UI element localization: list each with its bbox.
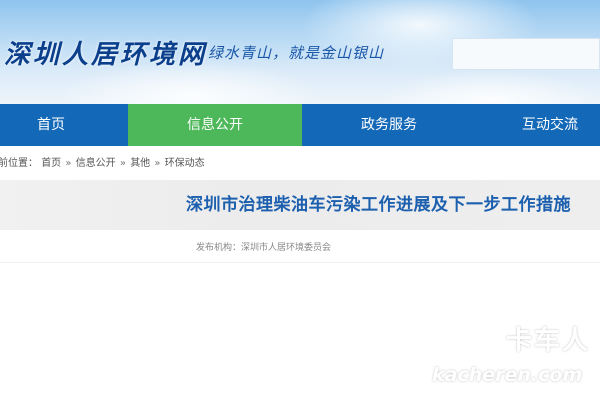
breadcrumb: 前位置： 首页 » 信息公开 » 其他 » 环保动态 — [0, 156, 600, 172]
breadcrumb-item-home[interactable]: 首页 — [41, 156, 61, 172]
header-banner: 深圳人居环境网 绿水青山，就是金山银山 — [0, 0, 600, 104]
watermark-en: kacheren.com — [432, 364, 583, 386]
main-nav: 首页 信息公开 政务服务 互动交流 — [0, 104, 600, 146]
breadcrumb-separator: » — [154, 158, 161, 169]
nav-item-info-disclosure[interactable]: 信息公开 — [128, 104, 302, 146]
truck-window-shape — [436, 314, 490, 338]
breadcrumb-item-info[interactable]: 信息公开 — [76, 156, 116, 172]
article-publisher: 发布机构：深圳市人居环境委员会 — [196, 243, 332, 253]
watermark-cn: 卡车人 — [506, 326, 591, 356]
divider — [0, 262, 600, 263]
nav-item-label: 信息公开 — [187, 117, 243, 133]
nav-item-interaction[interactable]: 互动交流 — [476, 104, 600, 146]
search-input[interactable] — [452, 38, 600, 70]
site-title[interactable]: 深圳人居环境网 — [4, 34, 207, 71]
breadcrumb-separator: » — [65, 158, 72, 169]
nav-item-label: 政务服务 — [361, 117, 417, 133]
nav-item-label: 首页 — [37, 117, 65, 133]
cloud-decoration — [380, 70, 600, 104]
breadcrumb-separator: » — [119, 158, 126, 169]
breadcrumb-item-env-news[interactable]: 环保动态 — [165, 156, 205, 172]
site-slogan: 绿水青山，就是金山银山 — [208, 44, 385, 62]
nav-item-label: 互动交流 — [522, 117, 578, 133]
article-title: 深圳市治理柴油车污染工作进展及下一步工作措施 — [186, 195, 571, 215]
breadcrumb-item-other[interactable]: 其他 — [130, 156, 150, 172]
breadcrumb-lead: 前位置： — [0, 158, 38, 169]
nav-item-home[interactable]: 首页 — [0, 104, 128, 146]
nav-item-government-services[interactable]: 政务服务 — [302, 104, 476, 146]
